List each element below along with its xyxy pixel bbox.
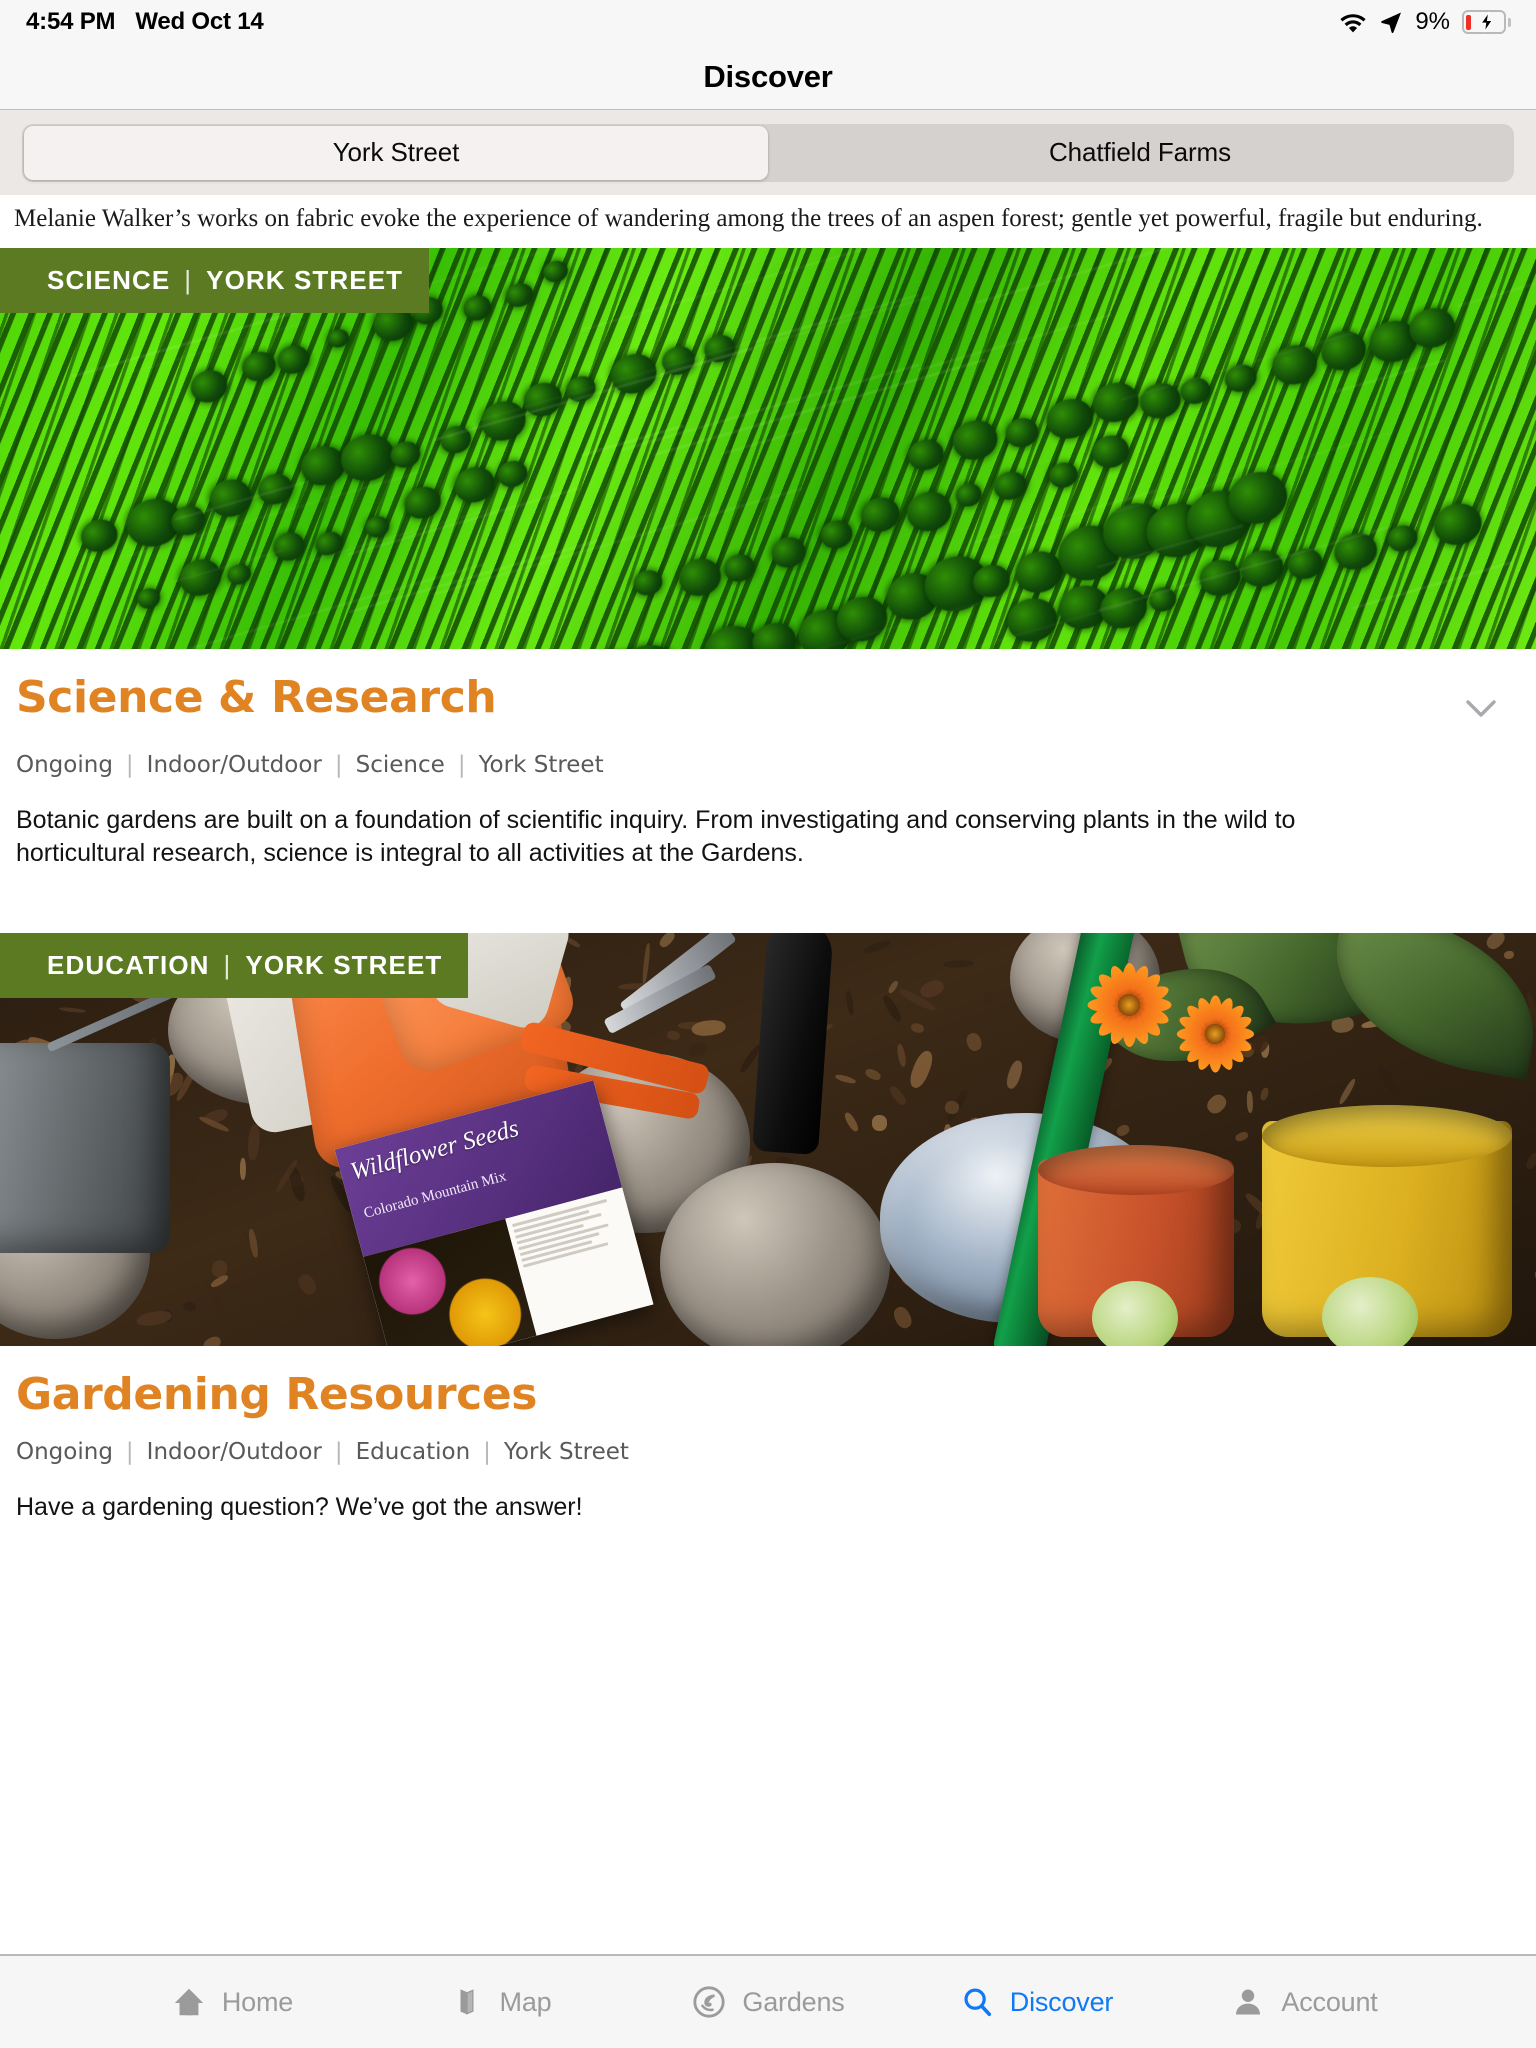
status-time: 4:54 PM: [26, 8, 115, 36]
card-gap: [16, 871, 1520, 933]
tab-home[interactable]: Home: [98, 1984, 366, 2020]
navigation-bar: Discover: [0, 44, 1536, 110]
home-icon: [171, 1984, 207, 2020]
tab-label-account: Account: [1281, 1987, 1377, 2018]
banner-divider: |: [224, 950, 232, 981]
status-bar: 4:54 PM Wed Oct 14 9%: [0, 0, 1536, 44]
category-banner-science: SCIENCE | YORK STREET: [0, 248, 429, 313]
meta-separator: |: [458, 752, 466, 778]
meta-separator: |: [335, 1439, 343, 1465]
card-gardening-resources[interactable]: Wildflower Seeds Colorado Mountain Mix E…: [0, 933, 1536, 1525]
banner-divider: |: [184, 265, 192, 296]
card-description-gardening: Have a gardening question? We’ve got the…: [16, 1491, 1416, 1525]
banner-location-label: YORK STREET: [245, 950, 442, 981]
content-bottom-divider: [0, 1954, 1536, 1955]
card-body-science: Science & Research Ongoing | Indoor/Outd…: [0, 649, 1536, 933]
meta-separator: |: [483, 1439, 491, 1465]
tab-discover[interactable]: Discover: [902, 1984, 1170, 2020]
battery-percent-label: 9%: [1415, 8, 1450, 36]
search-icon: [959, 1984, 995, 2020]
segment-chatfield-farms[interactable]: Chatfield Farms: [768, 126, 1512, 180]
meta-schedule: Ongoing: [16, 752, 113, 778]
status-date: Wed Oct 14: [135, 8, 263, 36]
segment-york-street[interactable]: York Street: [24, 126, 768, 180]
location-arrow-icon: [1379, 10, 1403, 34]
map-icon: [449, 1984, 485, 2020]
banner-location-label: YORK STREET: [206, 265, 403, 296]
tab-label-map: Map: [500, 1987, 552, 2018]
meta-location: York Street: [504, 1439, 629, 1465]
meta-category: Science: [356, 752, 445, 778]
status-bar-right: 9%: [1339, 8, 1510, 36]
card-title-science: Science & Research: [16, 675, 496, 722]
tab-label-discover: Discover: [1010, 1987, 1113, 2018]
card-header-science: Science & Research: [16, 675, 1520, 731]
card-title-gardening: Gardening Resources: [16, 1372, 537, 1419]
card-header-education: Gardening Resources: [16, 1372, 1520, 1419]
meta-separator: |: [126, 752, 134, 778]
page-title: Discover: [703, 59, 832, 95]
location-filter-bar: York Street Chatfield Farms: [0, 110, 1536, 195]
meta-category: Education: [356, 1439, 471, 1465]
status-bar-left: 4:54 PM Wed Oct 14: [26, 8, 264, 36]
banner-category-label: SCIENCE: [47, 265, 170, 296]
tab-label-gardens: Gardens: [742, 1987, 844, 2018]
segmented-control[interactable]: York Street Chatfield Farms: [22, 124, 1514, 182]
card-meta-education: Ongoing | Indoor/Outdoor | Education | Y…: [16, 1439, 1520, 1465]
tab-gardens[interactable]: Gardens: [634, 1984, 902, 2020]
lead-description-text: Melanie Walker’s works on fabric evoke t…: [0, 195, 1536, 248]
wifi-icon: [1339, 11, 1367, 33]
banner-category-label: EDUCATION: [47, 950, 210, 981]
tab-label-home: Home: [222, 1987, 293, 2018]
card-meta-science: Ongoing | Indoor/Outdoor | Science | Yor…: [16, 752, 1520, 778]
discover-feed[interactable]: Melanie Walker’s works on fabric evoke t…: [0, 195, 1536, 1955]
card-hero-image-education[interactable]: Wildflower Seeds Colorado Mountain Mix E…: [0, 933, 1536, 1346]
person-icon: [1230, 1984, 1266, 2020]
meta-separator: |: [126, 1439, 134, 1465]
category-banner-education: EDUCATION | YORK STREET: [0, 933, 468, 998]
tab-account[interactable]: Account: [1170, 1984, 1438, 2020]
card-body-education: Gardening Resources Ongoing | Indoor/Out…: [0, 1346, 1536, 1525]
card-hero-image-science[interactable]: SCIENCE | YORK STREET: [0, 248, 1536, 649]
tab-map[interactable]: Map: [366, 1984, 634, 2020]
gardens-leaf-icon: [691, 1984, 727, 2020]
meta-location: York Street: [479, 752, 604, 778]
card-science-research[interactable]: SCIENCE | YORK STREET Science & Research…: [0, 248, 1536, 933]
card-description-science: Botanic gardens are built on a foundatio…: [16, 804, 1416, 871]
tab-bar: Home Map Gardens Discover Account: [0, 1955, 1536, 2048]
battery-charging-icon: [1462, 10, 1510, 34]
meta-venue-type: Indoor/Outdoor: [147, 752, 322, 778]
meta-schedule: Ongoing: [16, 1439, 113, 1465]
meta-separator: |: [335, 752, 343, 778]
chevron-down-icon[interactable]: [1458, 685, 1504, 731]
app-root: 4:54 PM Wed Oct 14 9% Discover York Stre…: [0, 0, 1536, 2048]
meta-venue-type: Indoor/Outdoor: [147, 1439, 322, 1465]
